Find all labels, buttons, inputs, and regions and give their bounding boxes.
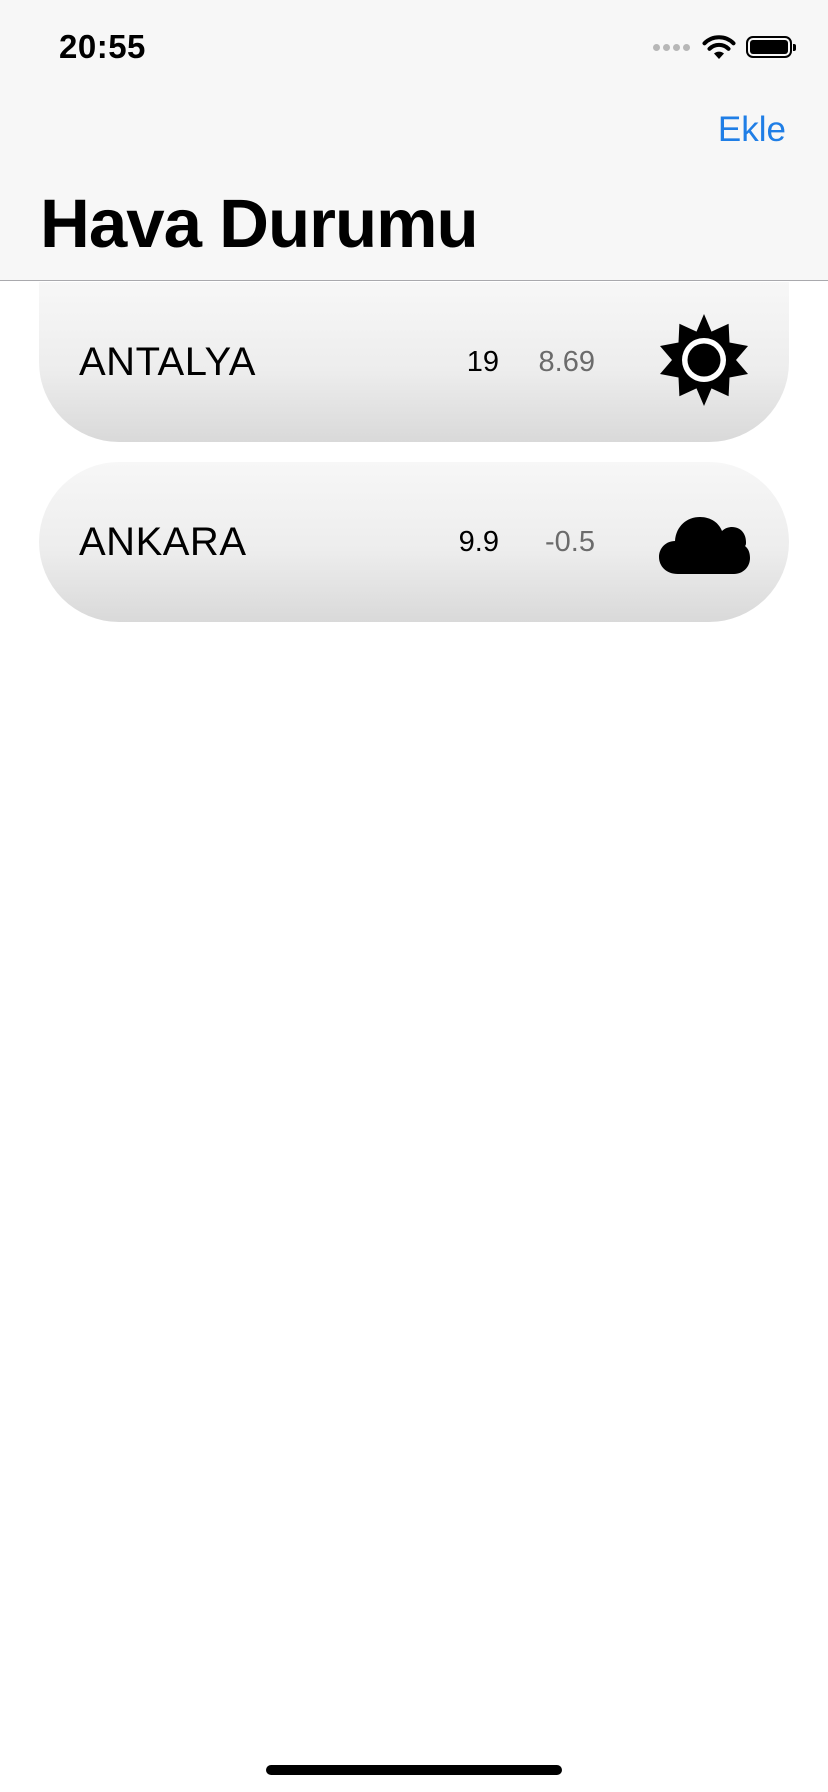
cloud-icon <box>659 517 750 574</box>
navigation-bar: 20:55 Ekle Hava Durumu <box>0 0 828 281</box>
temperature: 19 <box>466 345 499 378</box>
wifi-icon <box>702 35 736 59</box>
page-title: Hava Durumu <box>40 185 479 262</box>
city-row-ankara[interactable]: ANKARA 9.9 -0.5 <box>39 462 789 622</box>
sun-icon <box>660 314 748 406</box>
city-name: ANTALYA <box>79 339 256 384</box>
add-city-button[interactable]: Ekle <box>718 110 786 150</box>
temperature: 9.9 <box>458 525 499 558</box>
city-row-antalya[interactable]: ANTALYA 19 8.69 <box>39 282 789 442</box>
cellular-signal-icon <box>653 43 690 51</box>
feels-like-temperature: -0.5 <box>545 525 595 558</box>
status-time: 20:55 <box>59 28 146 65</box>
feels-like-temperature: 8.69 <box>538 345 595 378</box>
status-icons <box>653 34 796 60</box>
city-name: ANKARA <box>79 519 247 564</box>
battery-icon <box>746 36 796 58</box>
home-indicator[interactable] <box>266 1765 562 1775</box>
